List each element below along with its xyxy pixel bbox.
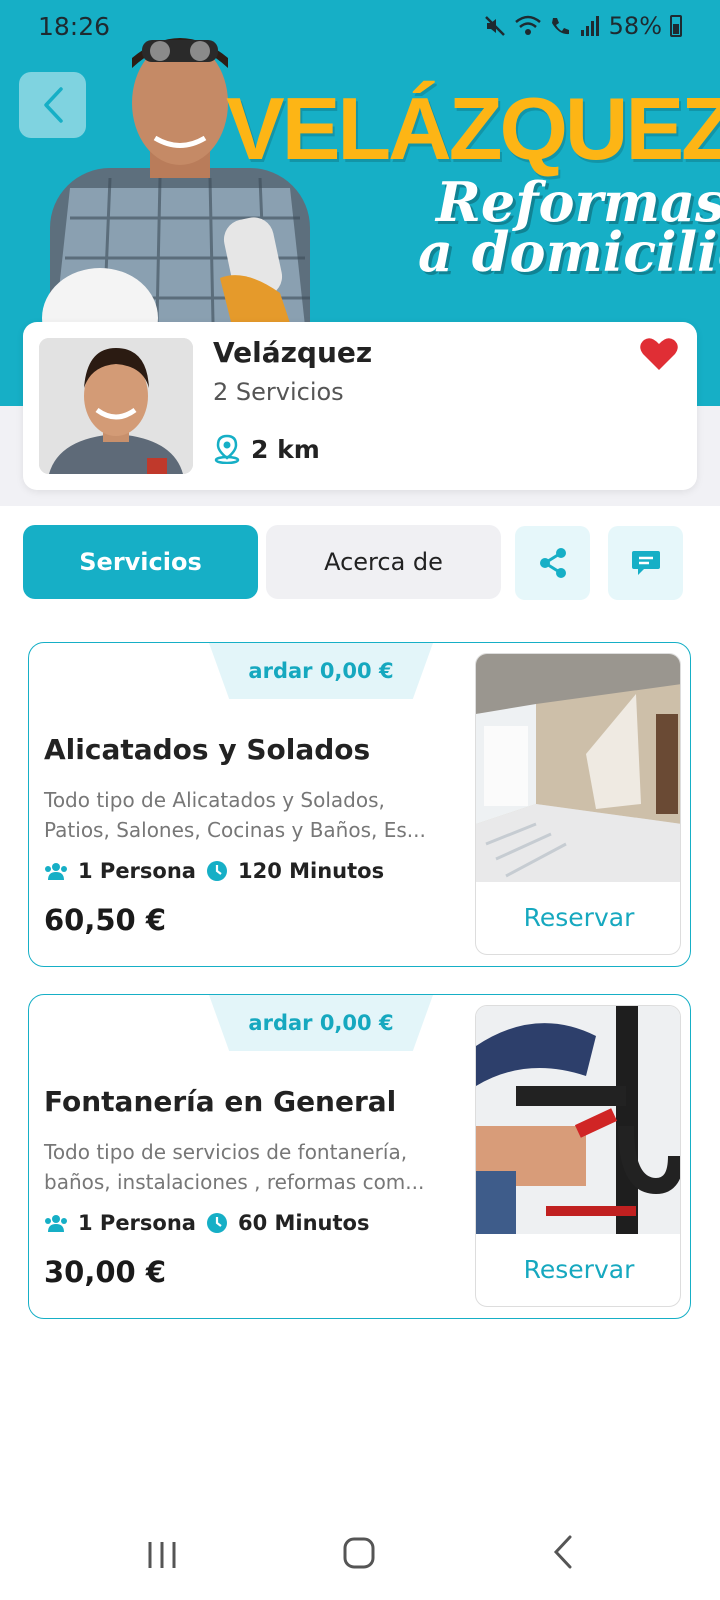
service-price: 30,00 €: [44, 1255, 167, 1289]
services-section: Servicios Acerca de ardar 0,00 € Alicata…: [0, 506, 720, 1506]
service-desc-line: Todo tipo de servicios de fontanería,: [44, 1140, 408, 1164]
brand-tagline-2: a domicilio: [418, 220, 720, 284]
service-title: Fontanería en General: [44, 1085, 397, 1118]
service-description: Todo tipo de servicios de fontanería, ba…: [44, 1137, 444, 1197]
distance-text: 2 km: [251, 434, 320, 464]
share-icon: [539, 548, 566, 578]
battery-percent: 58%: [608, 12, 662, 40]
chevron-left-icon: [43, 87, 63, 123]
service-meta: 1 Persona 60 Minutos: [44, 1211, 369, 1235]
signal-icon: [580, 16, 599, 36]
heart-icon: [640, 338, 678, 370]
service-price: 60,50 €: [44, 903, 167, 937]
battery-icon: [670, 15, 682, 37]
call-icon: [551, 18, 569, 35]
tab-servicios[interactable]: Servicios: [23, 525, 258, 599]
service-desc-line: Patios, Salones, Cocinas y Baños, Es...: [44, 818, 426, 842]
people-icon: [45, 1215, 67, 1232]
service-discount: ardar 0,00 €: [209, 995, 433, 1051]
share-button[interactable]: [515, 526, 590, 600]
service-photo-plumbing: [476, 1006, 680, 1234]
service-card[interactable]: ardar 0,00 € Fontanería en General Todo …: [28, 994, 691, 1319]
reserve-button[interactable]: Reservar: [476, 1232, 680, 1306]
chat-button[interactable]: [608, 526, 683, 600]
back-nav-icon[interactable]: [552, 1535, 574, 1569]
clock-icon: [206, 1213, 227, 1233]
service-image-box: Reservar: [475, 1005, 681, 1307]
service-persons: 1 Persona: [78, 1211, 196, 1235]
provider-services-count: 2 Servicios: [213, 378, 344, 406]
home-icon[interactable]: [343, 1537, 375, 1569]
service-discount: ardar 0,00 €: [209, 643, 433, 699]
status-icons: 58%: [483, 12, 682, 40]
tab-acerca-de[interactable]: Acerca de: [266, 525, 501, 599]
service-persons: 1 Persona: [78, 859, 196, 883]
brand-title: VELÁZQUEZ: [226, 79, 720, 178]
wifi-icon: [514, 15, 541, 35]
chat-icon: [631, 551, 660, 575]
provider-distance: 2 km: [213, 434, 320, 464]
people-icon: [45, 863, 67, 880]
service-desc-line: baños, instalaciones , reformas com...: [44, 1170, 425, 1194]
recent-apps-icon[interactable]: [146, 1540, 178, 1570]
back-button[interactable]: [19, 72, 86, 138]
favorite-button[interactable]: [639, 336, 679, 376]
service-photo-tiles: [476, 654, 680, 882]
service-card[interactable]: ardar 0,00 € Alicatados y Solados Todo t…: [28, 642, 691, 967]
service-image-box: Reservar: [475, 653, 681, 955]
service-title: Alicatados y Solados: [44, 733, 371, 766]
status-time: 18:26: [38, 12, 111, 41]
service-duration: 60 Minutos: [237, 1211, 370, 1235]
service-description: Todo tipo de Alicatados y Solados, Patio…: [44, 785, 444, 845]
reserve-button[interactable]: Reservar: [476, 880, 680, 954]
service-duration: 120 Minutos: [237, 859, 385, 883]
location-pin-icon: [214, 434, 240, 464]
clock-icon: [206, 861, 227, 881]
service-meta: 1 Persona 120 Minutos: [44, 859, 384, 883]
provider-name: Velázquez: [213, 336, 373, 369]
mute-icon: [484, 16, 505, 36]
service-desc-line: Todo tipo de Alicatados y Solados,: [44, 788, 385, 812]
provider-avatar: [39, 338, 193, 474]
provider-card: Velázquez 2 Servicios 2 km: [23, 322, 697, 490]
status-bar: 18:26 58%: [0, 0, 720, 54]
